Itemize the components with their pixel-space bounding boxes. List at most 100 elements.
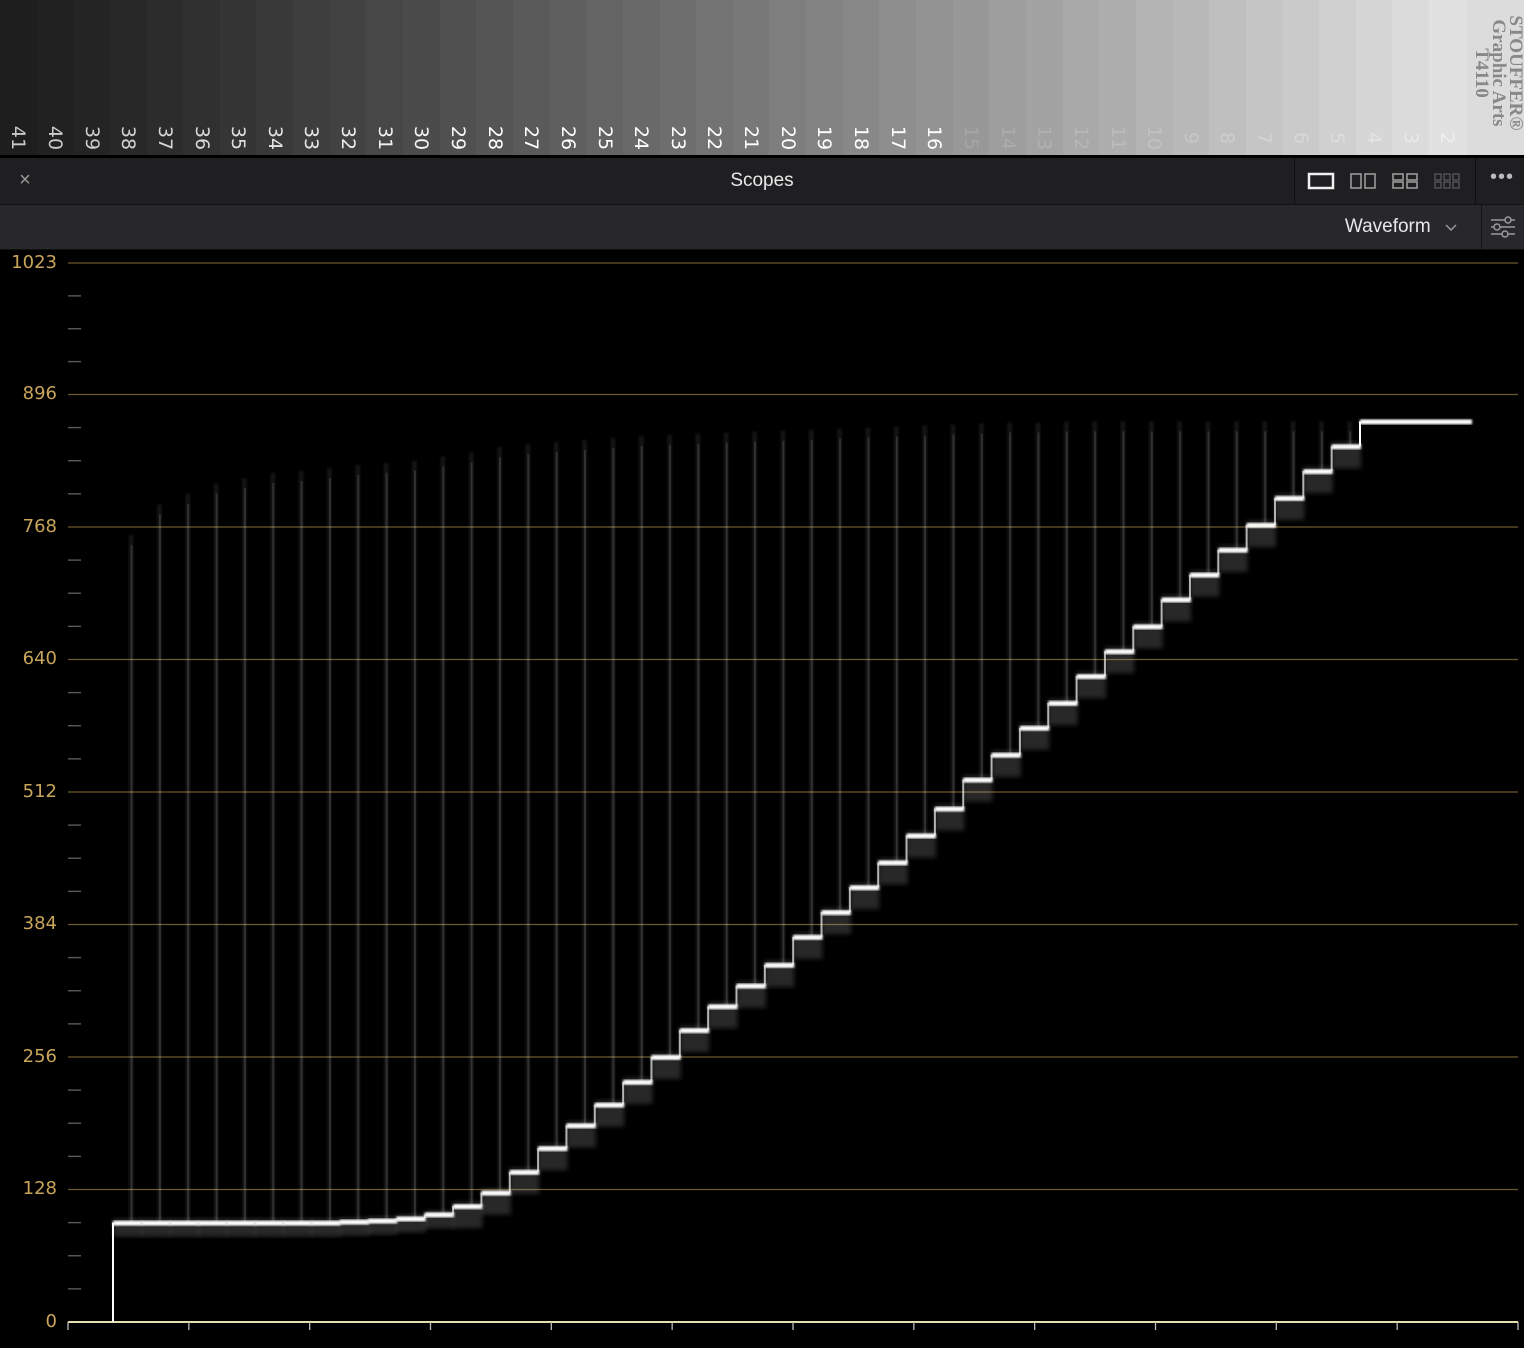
waveform-streak	[1150, 431, 1153, 627]
waveform-streak	[612, 447, 615, 1105]
step-number: 26	[556, 125, 579, 151]
waveform-streak	[640, 445, 643, 1082]
step-number: 5	[1326, 131, 1349, 145]
step-number: 13	[1033, 125, 1056, 151]
scope-type-dropdown[interactable]: Waveform	[1345, 205, 1458, 249]
step-patch: 13	[1025, 0, 1063, 155]
step-number: 37	[153, 125, 176, 151]
y-tick-label: 640	[22, 648, 57, 670]
step-number: 33	[300, 125, 323, 151]
step-number: 20	[776, 125, 799, 151]
step-patch: 34	[256, 0, 294, 155]
waveform-step	[991, 752, 1021, 758]
layout-dual-icon[interactable]	[1349, 172, 1377, 190]
waveform-streak	[243, 488, 246, 1223]
waveform-streak	[1320, 431, 1323, 472]
waveform-step	[1019, 725, 1050, 731]
y-tick-label: 128	[22, 1178, 57, 1200]
step-number: 4	[1363, 131, 1386, 145]
waveform-streak	[413, 470, 416, 1219]
waveform-step	[821, 910, 851, 916]
step-number: 39	[80, 125, 103, 151]
waveform-streak	[1122, 431, 1125, 652]
scopes-title-bar: × Scopes •••	[0, 158, 1524, 205]
waveform-step	[1189, 572, 1220, 578]
waveform-step	[906, 833, 936, 839]
grayscale-step-chart: 41 40 39 38 37 36 35 34 33 32 31 30 29 28 27 26 25 24 23 22…	[0, 0, 1524, 155]
waveform-streak	[1207, 431, 1210, 575]
waveform-step	[453, 1204, 483, 1210]
waveform-step	[424, 1212, 455, 1218]
waveform-streak	[697, 443, 700, 1031]
layout-quad-icon[interactable]	[1391, 172, 1419, 190]
step-patch: 16	[916, 0, 953, 155]
step-wedge: 41 40 39 38 37 36 35 34 33 32 31 30 29 28 27 26 25 24 23 22…	[0, 0, 1524, 155]
scope-settings-icon[interactable]	[1481, 205, 1524, 249]
step-number: 30	[410, 125, 433, 151]
layout-single-icon[interactable]	[1307, 172, 1335, 190]
step-number: 9	[1179, 131, 1202, 145]
step-number: 28	[483, 125, 506, 151]
more-options-icon[interactable]: •••	[1488, 167, 1516, 192]
step-patch: 17	[879, 0, 917, 155]
waveform-step	[538, 1146, 568, 1152]
step-number: 16	[923, 125, 946, 151]
waveform-streak	[272, 483, 275, 1223]
waveform-step	[1246, 522, 1276, 528]
step-number: 32	[337, 125, 360, 151]
waveform-step	[1048, 700, 1078, 706]
step-patch: 25	[586, 0, 623, 155]
waveform-step	[566, 1123, 596, 1129]
step-patch: 38	[109, 0, 147, 155]
step-number: 38	[117, 125, 140, 151]
y-tick-label: 384	[22, 913, 57, 935]
layout-grid-icon[interactable]	[1433, 172, 1461, 190]
waveform-streak	[1179, 431, 1182, 600]
brand-line-1: STOUFFER®	[1505, 15, 1524, 131]
waveform-step	[311, 1220, 341, 1226]
waveform-step	[736, 983, 766, 989]
step-patch: 12	[1062, 0, 1100, 155]
y-tick-label: 0	[45, 1311, 57, 1332]
waveform-streak	[1037, 432, 1040, 728]
step-number: 23	[666, 125, 689, 151]
step-patch: 6	[1282, 0, 1320, 155]
step-patch: 19	[806, 0, 843, 155]
step-patch: 4	[1355, 0, 1393, 155]
waveform-streak	[867, 437, 870, 888]
step-patch: 39	[73, 0, 110, 155]
waveform-step	[1303, 469, 1333, 475]
waveform-streak	[952, 434, 955, 809]
step-number: 21	[740, 125, 763, 151]
step-patch: 37	[146, 0, 184, 155]
scopes-toolbar: Waveform	[0, 205, 1524, 250]
waveform-step	[283, 1220, 313, 1226]
waveform-streak	[357, 474, 360, 1222]
waveform-streak	[1292, 431, 1295, 498]
waveform-step	[509, 1169, 540, 1175]
step-patch: 26	[549, 0, 587, 155]
brand-line-2: Graphic Arts	[1488, 19, 1509, 127]
waveform-streak	[669, 444, 672, 1057]
layout-switcher	[1294, 158, 1476, 204]
step-patch: 14	[989, 0, 1026, 155]
y-tick-label: 768	[22, 515, 57, 537]
waveform-streak	[328, 477, 331, 1223]
brand-logo: STOUFFER® Graphic Arts T4110	[1466, 0, 1524, 148]
waveform-streak	[215, 493, 218, 1223]
waveform-step	[169, 1220, 200, 1226]
waveform-streak	[527, 454, 530, 1172]
step-patch: 32	[329, 0, 367, 155]
step-number: 35	[227, 125, 250, 151]
waveform-streak	[385, 472, 388, 1221]
waveform-streak	[130, 545, 133, 1223]
step-number: 27	[520, 125, 543, 151]
waveform-step	[849, 885, 880, 891]
step-patch: 8	[1209, 0, 1246, 155]
step-number: 8	[1216, 131, 1239, 145]
waveform-plot	[67, 262, 1519, 1330]
step-patch: 15	[952, 0, 990, 155]
waveform-streak	[499, 457, 502, 1193]
waveform-streak	[980, 433, 983, 780]
waveform-streak	[895, 436, 898, 863]
